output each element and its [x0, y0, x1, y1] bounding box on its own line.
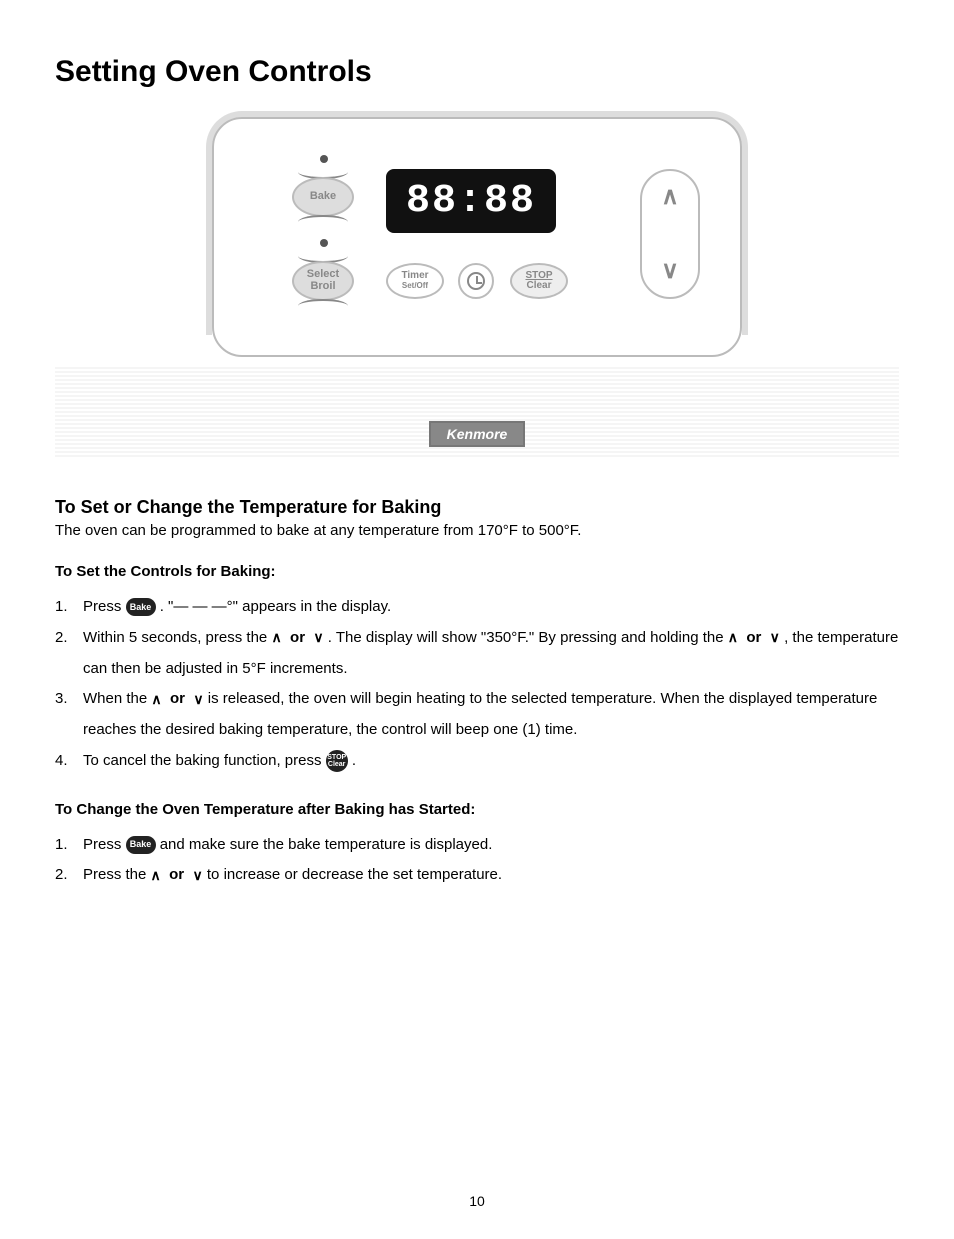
page-number: 10	[0, 1193, 954, 1209]
select-broil-button[interactable]: SelectBroil	[292, 261, 354, 301]
chevron-up-icon: ∧	[661, 185, 679, 209]
step-item: 2. Press the ∧ or ∨ to increase or decre…	[55, 860, 899, 891]
chevron-up-icon: ∧	[151, 861, 161, 890]
steps-change-temp: 1. Press Bake and make sure the bake tem…	[55, 830, 899, 892]
chevron-up-icon: ∧	[271, 623, 281, 652]
step-text: to increase or decrease the set temperat…	[207, 866, 502, 883]
or-text: or	[746, 629, 761, 646]
timer-button-label: TimerSet/Off	[401, 271, 428, 292]
step-text: . "— — —°" appears in the display.	[160, 598, 391, 615]
brand-band: Kenmore	[55, 367, 899, 457]
brand-badge: Kenmore	[429, 421, 526, 447]
subheading-change-temp: To Change the Oven Temperature after Bak…	[55, 801, 899, 818]
steps-set-controls: 1. Press Bake . "— — —°" appears in the …	[55, 592, 899, 777]
step-item: 2. Within 5 seconds, press the ∧ or ∨ . …	[55, 623, 899, 685]
step-item: 3. When the ∧ or ∨ is released, the oven…	[55, 684, 899, 746]
bake-button-label: Bake	[310, 191, 336, 203]
bake-icon: Bake	[126, 836, 156, 854]
chevron-up-icon: ∧	[728, 623, 738, 652]
or-text: or	[170, 690, 185, 707]
bake-button[interactable]: Bake	[292, 177, 354, 217]
step-number: 2.	[55, 860, 68, 891]
step-text: . The display will show "350°F." By pres…	[328, 629, 728, 646]
stop-clear-icon: STOP Clear	[326, 750, 348, 772]
clock-button[interactable]	[458, 263, 494, 299]
step-number: 1.	[55, 830, 68, 861]
chevron-up-icon: ∧	[151, 685, 161, 714]
chevron-down-icon: ∨	[661, 259, 679, 283]
select-broil-label: SelectBroil	[307, 269, 339, 292]
step-item: 1. Press Bake . "— — —°" appears in the …	[55, 592, 899, 623]
stop-clear-button[interactable]: STOPClear	[510, 263, 568, 299]
step-text: .	[352, 752, 356, 769]
lcd-display: 88:88	[386, 169, 556, 233]
step-number: 3.	[55, 684, 68, 715]
up-down-rocker[interactable]: ∧ ∨	[640, 169, 700, 299]
stop-clear-label: STOPClear	[525, 271, 552, 292]
subheading-set-controls: To Set the Controls for Baking:	[55, 563, 899, 580]
step-text: To cancel the baking function, press	[83, 752, 326, 769]
step-text: Within 5 seconds, press the	[83, 629, 271, 646]
step-number: 2.	[55, 623, 68, 654]
chevron-down-icon: ∨	[770, 623, 780, 652]
chevron-down-icon: ∨	[192, 861, 202, 890]
section-heading-set-temp: To Set or Change the Temperature for Bak…	[55, 497, 899, 518]
chevron-down-icon: ∨	[313, 623, 323, 652]
page-title: Setting Oven Controls	[55, 55, 899, 89]
or-text: or	[290, 629, 305, 646]
step-item: 1. Press Bake and make sure the bake tem…	[55, 830, 899, 861]
control-panel: Bake SelectBroil 88:88 TimerSet/Off STOP…	[212, 117, 742, 357]
step-number: 4.	[55, 746, 68, 777]
timer-button[interactable]: TimerSet/Off	[386, 263, 444, 299]
step-text: Press	[83, 598, 126, 615]
chevron-down-icon: ∨	[193, 685, 203, 714]
step-item: 4. To cancel the baking function, press …	[55, 746, 899, 777]
arc-decoration	[298, 215, 348, 229]
section-intro: The oven can be programmed to bake at an…	[55, 522, 899, 539]
indicator-dot-broil	[320, 239, 328, 247]
step-text: When the	[83, 690, 151, 707]
step-text: Press the	[83, 866, 151, 883]
or-text: or	[169, 866, 184, 883]
bake-icon: Bake	[126, 598, 156, 616]
step-text: Press	[83, 836, 126, 853]
indicator-dot-bake	[320, 155, 328, 163]
step-number: 1.	[55, 592, 68, 623]
arc-decoration	[298, 299, 348, 313]
clock-icon	[467, 272, 485, 290]
step-text: and make sure the bake temperature is di…	[160, 836, 493, 853]
control-panel-figure: Bake SelectBroil 88:88 TimerSet/Off STOP…	[55, 117, 899, 357]
